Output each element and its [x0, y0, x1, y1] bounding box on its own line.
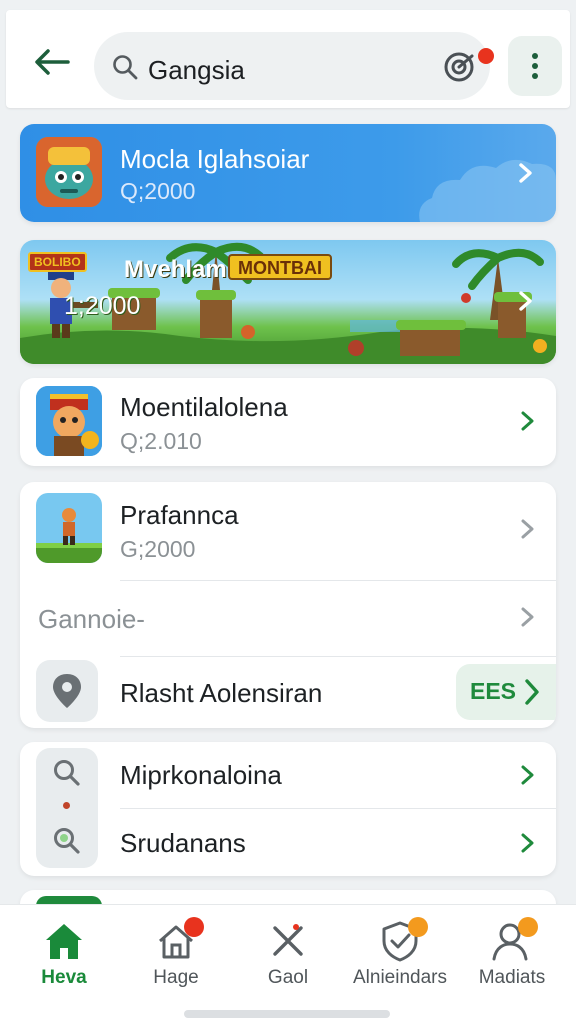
divider — [120, 656, 556, 657]
status-dot — [63, 802, 70, 809]
search-row-title: Srudanans — [120, 828, 246, 858]
close-icon — [273, 924, 303, 956]
nav-label: Heva — [41, 967, 87, 988]
nav-item-gaol[interactable]: Gaol — [230, 905, 346, 1005]
location-title: Rlasht Aolensiran — [120, 678, 323, 708]
game-thumbnail — [36, 137, 102, 207]
ees-label: EES — [470, 678, 517, 704]
notification-dot — [408, 917, 428, 937]
nav-item-madiats[interactable]: Madiats — [454, 905, 570, 1005]
list-item[interactable]: Prafannca G;2000 — [20, 482, 556, 578]
search-bar[interactable]: Gangsia — [94, 32, 494, 100]
nav-label: Madiats — [478, 967, 546, 988]
game-thumbnail — [36, 386, 102, 456]
chevron-right-icon — [521, 519, 534, 539]
divider — [120, 808, 556, 809]
list-group: Prafannca G;2000 Gannoie- Rlasht Aolensi… — [20, 482, 556, 728]
game-banner-card[interactable]: BOLIBO Mvehlam MONTBAI 1;2000 — [20, 240, 556, 364]
list-item[interactable]: Srudanans — [20, 810, 556, 876]
notification-dot — [184, 917, 204, 937]
location-icon-box — [36, 660, 98, 722]
list-item[interactable]: Miprkonaloina — [20, 742, 556, 808]
chevron-right-icon — [521, 833, 534, 853]
search-suggestions-card: Miprkonaloina Srudanans — [20, 742, 556, 876]
more-options-icon-dot — [532, 73, 538, 79]
banner-title: Mvehlam — [124, 256, 227, 283]
banner-badge: MONTBAI — [228, 254, 332, 280]
home-icon — [46, 924, 82, 959]
section-label: Gannoie- — [38, 604, 145, 634]
chevron-right-icon — [519, 163, 532, 183]
nav-label: Gaol — [267, 967, 309, 988]
notification-dot — [518, 917, 538, 937]
featured-title: Mocla Iglahsoiar — [120, 144, 310, 174]
more-options-button[interactable] — [508, 36, 562, 96]
featured-card[interactable]: Mocla Iglahsoiar Q;2000 — [20, 124, 556, 222]
bottom-navigation: Heva Hage Gaol Alnieindars Madiats — [0, 904, 576, 1024]
banner-subtitle: 1;2000 — [64, 292, 141, 320]
search-row-title: Miprkonaloina — [120, 760, 282, 790]
back-arrow-icon[interactable] — [32, 48, 72, 76]
divider — [120, 580, 556, 581]
chevron-right-icon — [525, 679, 539, 705]
search-icon — [113, 55, 138, 80]
list-item-title: Moentilalolena — [120, 392, 288, 422]
game-thumbnail — [36, 493, 102, 563]
home-indicator — [184, 1010, 390, 1018]
target-icon[interactable] — [442, 50, 476, 84]
list-item-subtitle: Q;2.010 — [120, 428, 202, 454]
search-icon — [54, 828, 80, 854]
nav-label: Alnieindars — [353, 967, 447, 988]
notification-dot — [478, 48, 494, 64]
nav-item-heva[interactable]: Heva — [6, 905, 122, 1005]
chevron-right-icon — [521, 607, 534, 627]
search-icon — [54, 760, 80, 786]
list-item[interactable]: Moentilalolena Q;2.010 — [20, 378, 556, 466]
location-row[interactable]: Rlasht Aolensiran EES — [20, 658, 556, 728]
location-pin-icon — [53, 674, 81, 708]
search-query[interactable]: Gangsia — [148, 55, 245, 86]
nav-label: Hage — [153, 967, 199, 988]
chevron-right-icon — [521, 411, 534, 431]
chevron-right-icon — [521, 765, 534, 785]
top-app-bar: Gangsia — [6, 10, 570, 108]
chevron-right-icon — [519, 291, 532, 311]
section-row[interactable]: Gannoie- — [20, 582, 556, 654]
more-options-icon-dot — [532, 63, 538, 69]
list-item-title: Prafannca — [120, 500, 239, 530]
nav-item-alnieindars[interactable]: Alnieindars — [342, 905, 458, 1005]
nav-item-hage[interactable]: Hage — [118, 905, 234, 1005]
ees-button[interactable]: EES — [456, 664, 556, 720]
game-logo: BOLIBO — [28, 252, 87, 272]
featured-subtitle: Q;2000 — [120, 178, 196, 204]
more-options-icon — [532, 53, 538, 59]
list-item-subtitle: G;2000 — [120, 536, 196, 562]
